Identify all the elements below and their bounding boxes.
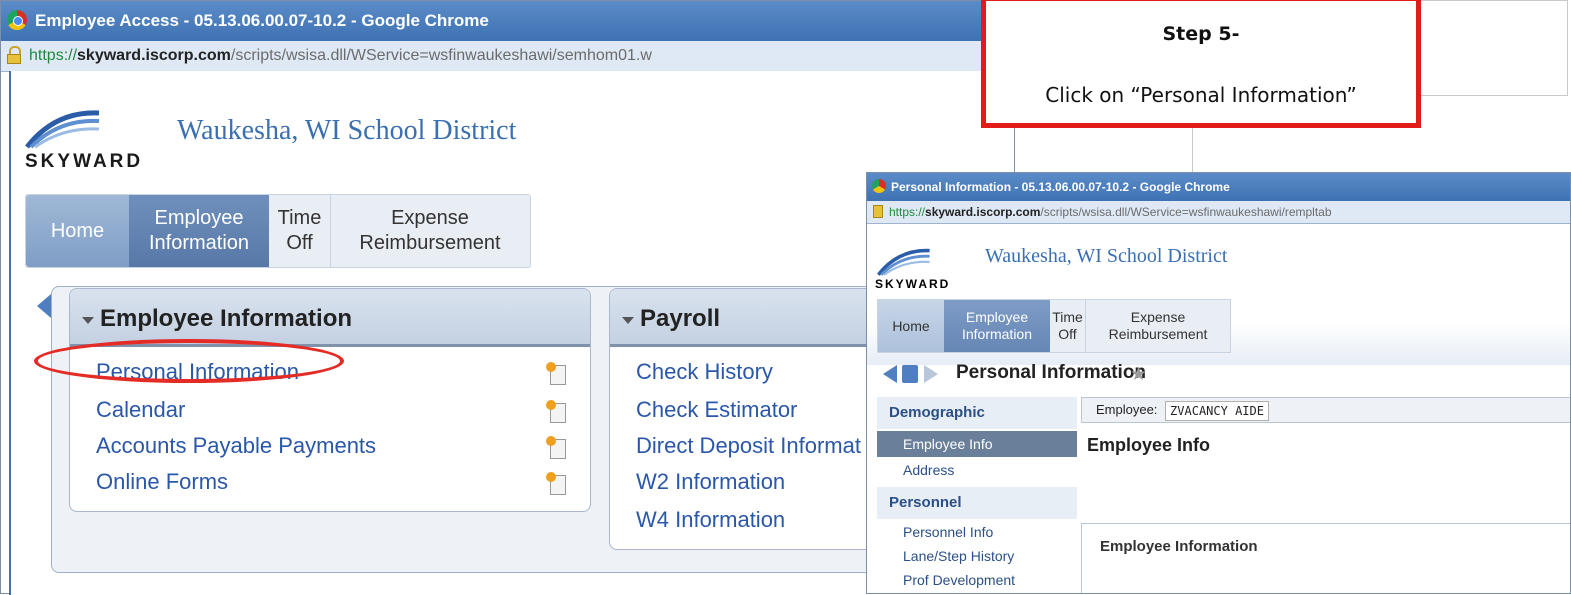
popup-nav: Home Employee Information Time Off Expen…	[877, 299, 1231, 353]
window-title: Employee Access - 05.13.06.00.07-10.2 - …	[35, 11, 489, 30]
callout-backdrop	[1420, 0, 1568, 96]
url-text[interactable]: https://skyward.iscorp.com/scripts/wsisa…	[29, 47, 652, 65]
step-callout: Step 5- Click on “Personal Information”	[981, 0, 1421, 128]
new-window-icon[interactable]	[546, 362, 566, 385]
box-title: Employee Information	[100, 305, 353, 332]
link-w4-information[interactable]: W4 Information	[636, 507, 785, 533]
link-direct-deposit-information[interactable]: Direct Deposit Informat	[636, 433, 861, 459]
employee-selector-bar: Employee: ZVACANCY AIDE	[1081, 397, 1570, 423]
new-window-icon[interactable]	[546, 400, 566, 423]
sidebar-category-demographic: Demographic	[877, 397, 1077, 429]
employee-information-box: Employee Information Personal Informatio…	[69, 288, 591, 512]
box-header: Payroll	[610, 289, 910, 347]
address-bar[interactable]: https://skyward.iscorp.com/scripts/wsisa…	[1, 41, 1014, 72]
employee-label: Employee:	[1096, 402, 1158, 417]
nav-time-off[interactable]: Time Off	[1050, 300, 1086, 352]
collapse-icon[interactable]	[622, 317, 634, 324]
personal-information-window: Personal Information - 05.13.06.00.07-10…	[866, 172, 1571, 594]
skyward-swoosh-icon	[25, 110, 100, 149]
nav-expense-reimbursement[interactable]: Expense Reimbursement	[331, 195, 529, 267]
lock-icon	[873, 205, 883, 218]
section-box-label: Employee Information	[1100, 538, 1258, 555]
district-name: Waukesha, WI School District	[177, 115, 517, 146]
popup-window-title: Personal Information - 05.13.06.00.07-10…	[891, 180, 1230, 194]
popup-address-bar[interactable]: https://skyward.iscorp.com/scripts/wsisa…	[867, 201, 1570, 224]
chrome-icon	[872, 179, 886, 193]
nav-home[interactable]: Home	[26, 195, 129, 267]
district-name: Waukesha, WI School District	[985, 245, 1228, 267]
step-title: Step 5-	[1162, 23, 1240, 45]
link-calendar[interactable]: Calendar	[96, 397, 185, 423]
sidebar-item-lane-step-history[interactable]: Lane/Step History	[877, 543, 1077, 569]
collapse-icon[interactable]	[82, 317, 94, 324]
popup-url-text[interactable]: https://skyward.iscorp.com/scripts/wsisa…	[889, 205, 1332, 219]
box-header: Employee Information	[70, 289, 590, 347]
employee-value[interactable]: ZVACANCY AIDE	[1165, 400, 1269, 421]
chrome-icon	[7, 10, 27, 30]
skyward-wordmark: SKYWARD	[875, 277, 951, 291]
lock-icon	[7, 46, 21, 64]
page-title: Personal Information	[956, 362, 1147, 383]
back-arrow-icon[interactable]	[883, 365, 897, 383]
link-check-estimator[interactable]: Check Estimator	[636, 397, 797, 423]
page-navigation-arrows	[883, 365, 957, 383]
main-browser-window: Employee Access - 05.13.06.00.07-10.2 - …	[0, 0, 1018, 595]
sidebar-item-prof-development[interactable]: Prof Development	[877, 567, 1077, 593]
box-title: Payroll	[640, 305, 721, 332]
nav-time-off[interactable]: Time Off	[269, 195, 331, 267]
back-arrow-icon[interactable]	[37, 294, 51, 318]
nav-employee-information[interactable]: Employee Information	[944, 300, 1050, 352]
forward-arrow-icon[interactable]	[924, 365, 938, 383]
link-online-forms[interactable]: Online Forms	[96, 469, 228, 495]
nav-home[interactable]: Home	[878, 300, 944, 352]
step-instruction: Click on “Personal Information”	[1045, 83, 1357, 107]
popup-title-bar: Personal Information - 05.13.06.00.07-10…	[867, 173, 1570, 201]
employee-information-section: Employee Information	[1081, 523, 1570, 593]
link-accounts-payable-payments[interactable]: Accounts Payable Payments	[96, 433, 376, 459]
sidebar: Demographic Employee Info Address Person…	[877, 397, 1077, 593]
new-window-icon[interactable]	[546, 436, 566, 459]
nav-expense-reimbursement[interactable]: Expense Reimbursement	[1086, 300, 1230, 352]
link-w2-information[interactable]: W2 Information	[636, 469, 785, 495]
sidebar-item-employee-info[interactable]: Employee Info	[877, 431, 1077, 457]
sidebar-item-personnel-info[interactable]: Personnel Info	[877, 519, 1077, 545]
sidebar-item-address[interactable]: Address	[877, 457, 1077, 483]
new-window-icon[interactable]	[546, 472, 566, 495]
highlight-oval	[34, 339, 344, 383]
skyward-wordmark: SKYWARD	[25, 151, 144, 172]
page-content: SKYWARD Waukesha, WI School District Hom…	[9, 71, 1018, 595]
nav-employee-information[interactable]: Employee Information	[129, 195, 269, 267]
section-title: Employee Info	[1087, 435, 1211, 455]
title-bar: Employee Access - 05.13.06.00.07-10.2 - …	[1, 1, 1014, 41]
main-nav: Home Employee Information Time Off Expen…	[25, 194, 531, 268]
skyward-swoosh-icon	[877, 248, 930, 276]
divider-line	[1192, 128, 1193, 176]
menu-dropdown-icon[interactable]	[902, 365, 918, 383]
link-check-history[interactable]: Check History	[636, 359, 773, 385]
favorite-star-icon[interactable]: ★	[1130, 363, 1147, 386]
sidebar-category-personnel: Personnel	[877, 487, 1077, 519]
